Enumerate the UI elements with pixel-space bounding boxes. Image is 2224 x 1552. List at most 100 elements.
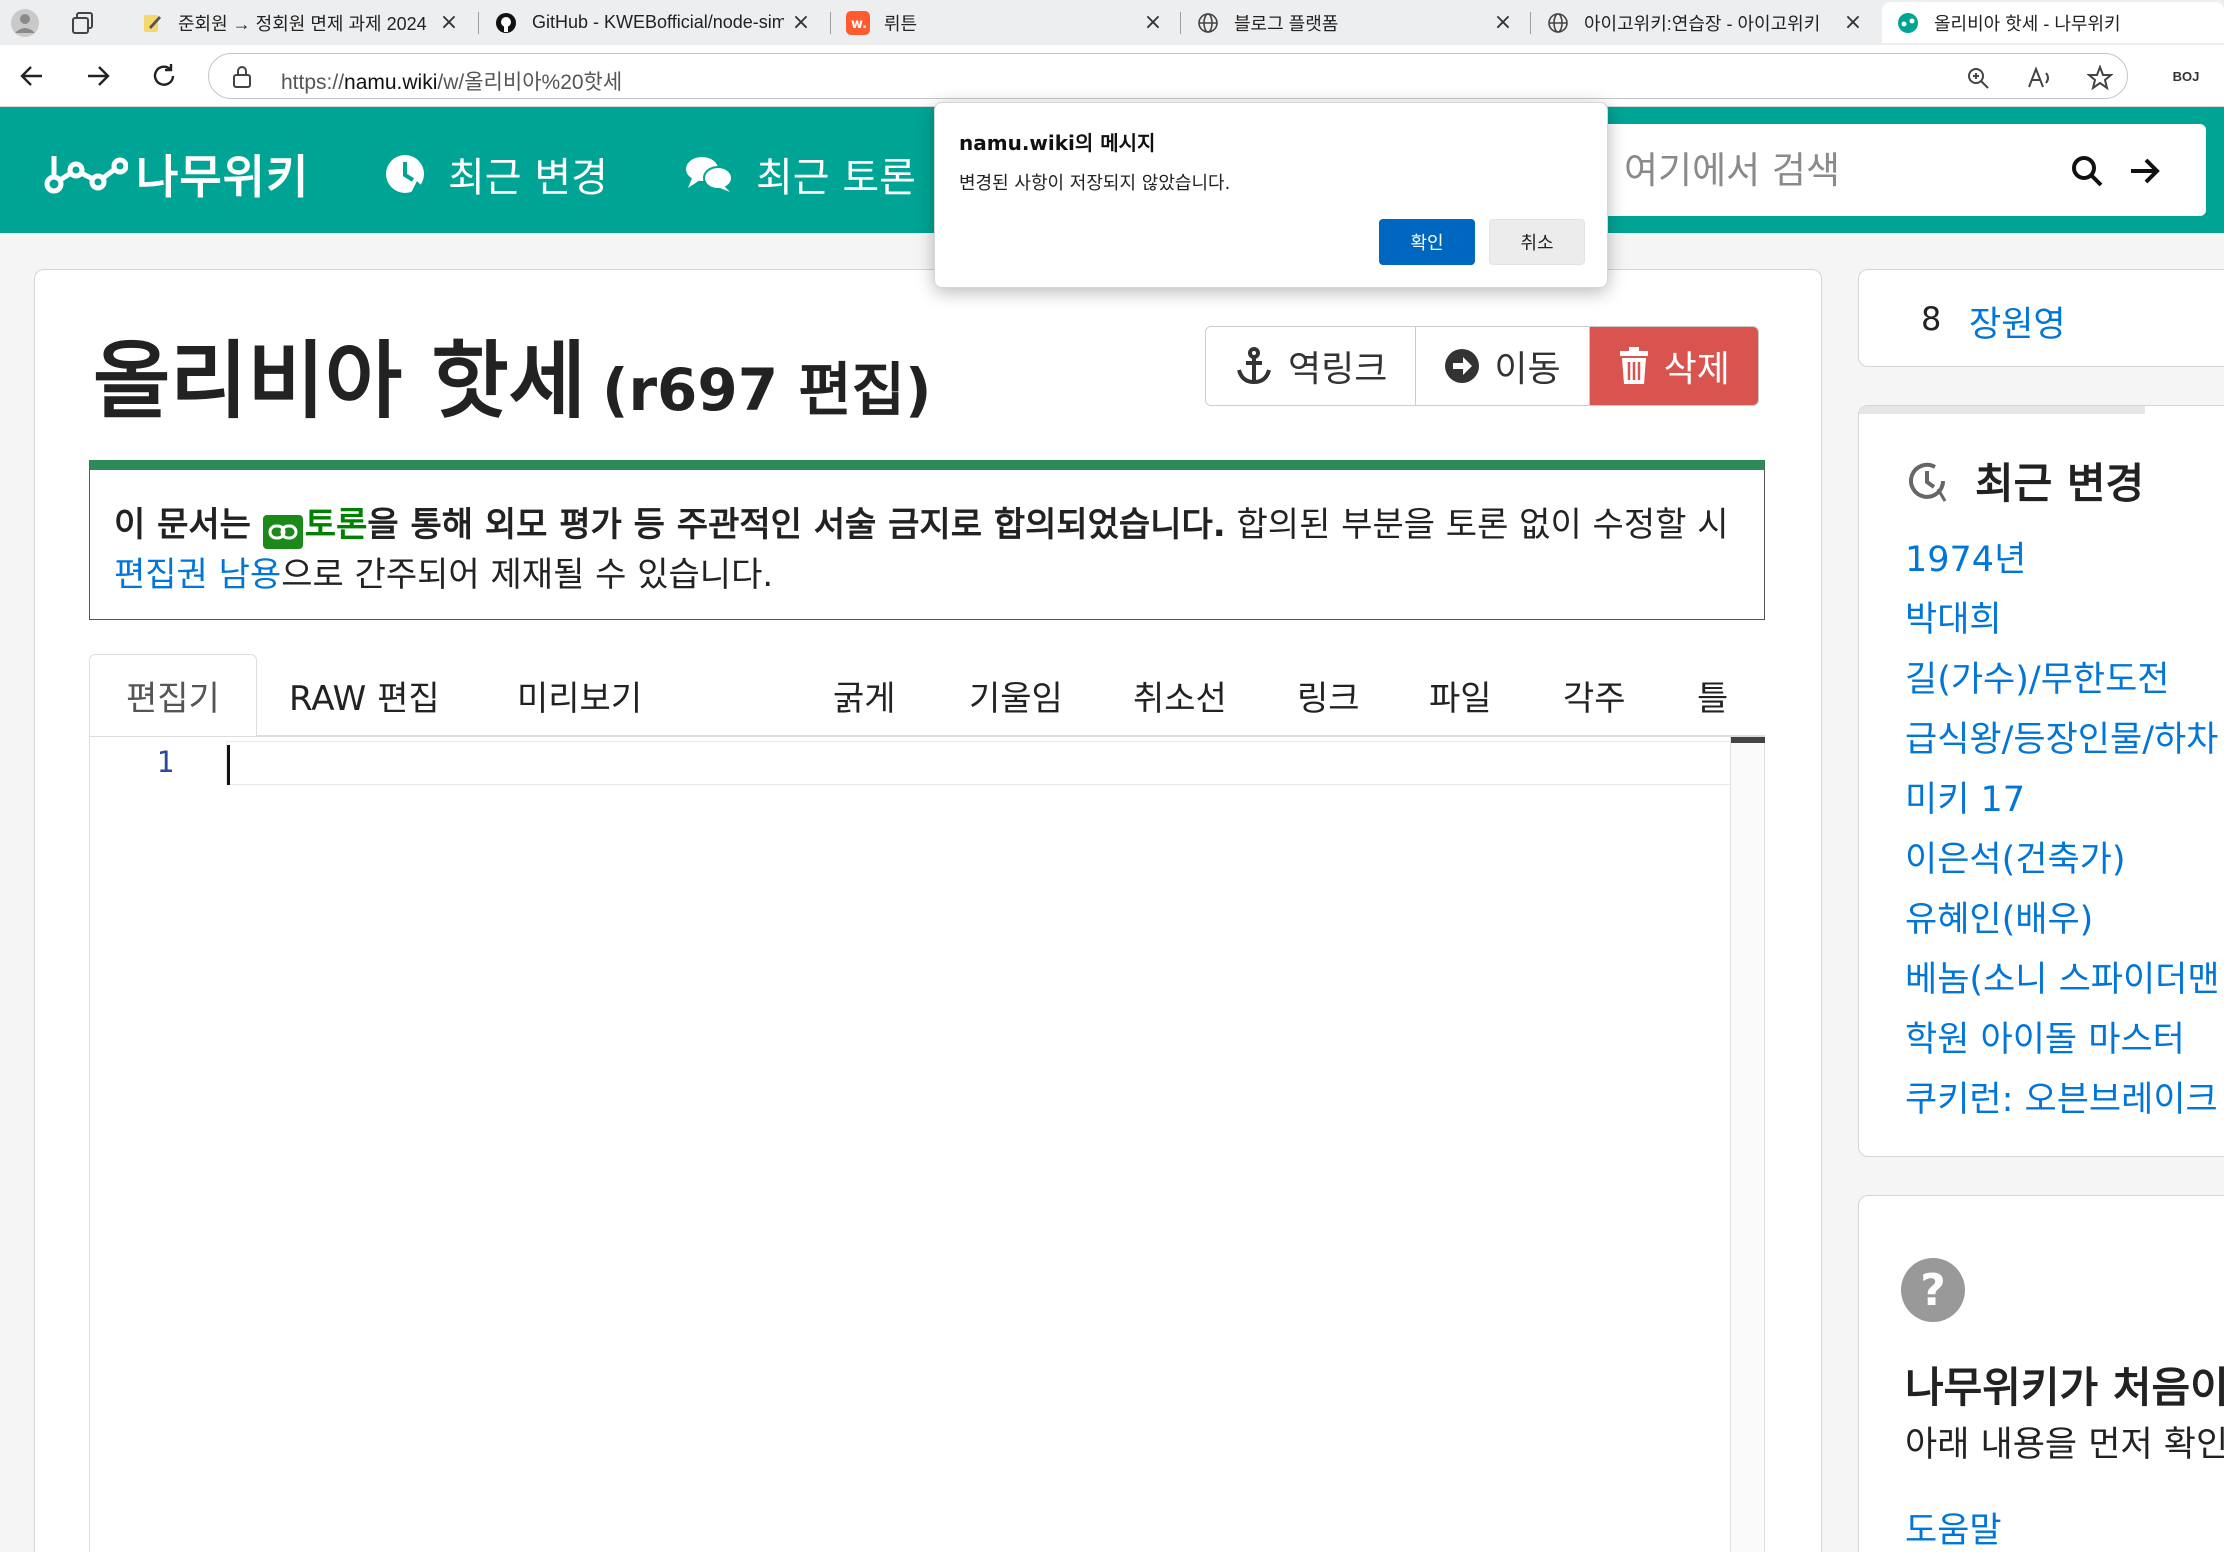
help-title: 나무위키가 처음이 [1905,1363,2224,1412]
code-editor[interactable]: 1 [89,736,1765,1552]
editor-tabs: 편집기 RAW 편집 미리보기 굵게 기울임 취소선 링크 파일 각주 틀 [89,654,1765,737]
wrtn-icon: w. [846,10,870,35]
link-icon [262,515,303,549]
scrollbar-thumb[interactable] [1731,737,1765,743]
recent-item[interactable]: 박대희 [1905,590,2220,650]
tool-template[interactable]: 틀 [1697,654,1728,736]
browser-tab-1[interactable]: 준회원 → 정회원 면제 과제 2024 × [126,2,474,43]
browser-tab-6-active[interactable]: 올리비아 핫세 - 나무위키 [1882,2,2224,43]
go-arrow-icon[interactable] [2124,150,2166,192]
article-actions: 역링크 이동 삭제 [1205,326,1759,406]
browser-tab-bar: 준회원 → 정회원 면제 과제 2024 × GitHub - KWEBoffi… [0,0,2224,45]
clock-icon [1909,462,1947,502]
tab-separator [1530,12,1531,34]
close-tab-icon[interactable]: × [438,10,460,35]
read-aloud-icon[interactable] [2027,65,2053,91]
article-card: 올리비아 핫세 (r697 편집) 역링크 이동 삭제 이 문서는 토론을 통해 … [34,269,1822,1552]
line-gutter: 1 [90,737,226,1552]
profile-icon[interactable] [8,6,42,40]
tab-actions-icon[interactable] [66,6,100,40]
tool-file[interactable]: 파일 [1429,654,1492,736]
anchor-icon [1237,347,1271,385]
notepad-icon [140,11,164,35]
move-button[interactable]: 이동 [1416,327,1590,405]
recent-item[interactable]: 쿠키런: 오븐브레이크 [1905,1070,2220,1130]
edit-abuse-link[interactable]: 편집권 남용 [114,555,281,595]
help-card: ? 나무위키가 처음이 아래 내용을 먼저 확인 도움말 [1858,1195,2224,1552]
text-caret [227,745,230,785]
recent-changes-list: 1974년 박대희 길(가수)/무한도전 급식왕/등장인물/하차 미키 17 이… [1905,530,2220,1130]
browser-tab-3[interactable]: w. 뤼튼 × [832,2,1178,43]
discussion-notice: 이 문서는 토론을 통해 외모 평가 등 주관적인 서술 금지로 합의되었습니다… [89,460,1765,620]
search-box [1598,124,2206,216]
tab-preview[interactable]: 미리보기 [481,654,678,736]
backlink-button[interactable]: 역링크 [1206,327,1417,405]
tab-separator [1180,12,1181,34]
cancel-button[interactable]: 취소 [1489,219,1585,265]
question-icon: ? [1901,1258,1965,1322]
tool-bold[interactable]: 굵게 [833,654,896,736]
back-button[interactable] [14,58,50,94]
site-logo[interactable]: 나무위키 [44,141,309,207]
discussion-link[interactable]: 토론 [262,505,367,549]
close-tab-icon[interactable]: × [1842,10,1864,35]
discussion-icon [686,157,733,192]
namu-icon [1896,11,1920,35]
tab-raw-edit[interactable]: RAW 편집 [253,654,476,736]
recent-item[interactable]: 1974년 [1905,530,2220,590]
tool-link[interactable]: 링크 [1297,654,1360,736]
search-icon[interactable] [2066,150,2108,192]
forward-button[interactable] [80,58,116,94]
close-tab-icon[interactable]: × [1142,10,1164,35]
card-progress-bar [1859,406,2145,414]
tool-italic[interactable]: 기울임 [969,654,1063,736]
delete-button[interactable]: 삭제 [1589,327,1758,405]
refresh-button[interactable] [146,58,182,94]
lock-icon[interactable] [231,65,253,93]
confirm-button[interactable]: 확인 [1379,219,1475,265]
nav-recent-changes[interactable]: 최근 변경 [384,145,608,203]
dialog-title: namu.wiki의 메시지 [959,131,1156,155]
current-line-highlight [226,741,1732,785]
page-title: 올리비아 핫세 (r697 편집) [93,332,932,430]
recent-changes-heading: 최근 변경 [1905,450,2144,511]
search-input[interactable] [1624,146,2054,194]
browser-toolbar: https://namu.wiki/w/올리비아%20핫세 BOJ [0,45,2224,107]
url-text[interactable]: https://namu.wiki/w/올리비아%20핫세 [281,66,622,96]
nav-recent-discussions[interactable]: 최근 토론 [684,145,916,203]
browser-tab-5[interactable]: 아이고위키:연습장 - 아이고위키 × [1532,2,1878,43]
editor-scrollbar[interactable] [1730,737,1765,1552]
search-rank-card: 8 장원영 [1858,269,2224,367]
address-bar[interactable]: https://namu.wiki/w/올리비아%20핫세 [208,53,2128,99]
recent-item[interactable]: 학원 아이돌 마스터 [1905,1010,2220,1070]
tab-separator [478,12,479,34]
boj-extension-icon[interactable]: BOJ [2168,58,2204,94]
recent-changes-icon [386,155,424,193]
help-link[interactable]: 도움말 [1905,1502,2002,1552]
recent-item[interactable]: 미키 17 [1905,770,2220,830]
arrow-circle-right-icon [1445,349,1480,383]
tool-footnote[interactable]: 각주 [1563,654,1626,736]
recent-item[interactable]: 길(가수)/무한도전 [1905,650,2220,710]
line-number: 1 [156,745,174,779]
recent-changes-card: 최근 변경 1974년 박대희 길(가수)/무한도전 급식왕/등장인물/하차 미… [1858,405,2224,1157]
rank-keyword-link[interactable]: 장원영 [1969,296,2066,347]
browser-tab-4[interactable]: 블로그 플랫폼 × [1182,2,1528,43]
zoom-icon[interactable] [1965,65,1991,91]
tab-editor[interactable]: 편집기 [89,654,257,737]
dialog-message: 변경된 사항이 저장되지 않았습니다. [959,173,1231,194]
favorite-star-icon[interactable] [2087,65,2113,91]
recent-item[interactable]: 이은석(건축가) [1905,830,2220,890]
recent-item[interactable]: 유혜인(배우) [1905,890,2220,950]
svg-text:w.: w. [851,17,867,32]
close-tab-icon[interactable]: × [790,10,812,35]
revision-label: (r697 편집) [601,356,932,424]
recent-item[interactable]: 급식왕/등장인물/하차 [1905,710,2220,770]
close-tab-icon[interactable]: × [1492,10,1514,35]
globe-icon [1196,11,1220,35]
browser-tab-2[interactable]: GitHub - KWEBofficial/node-simp × [480,2,826,43]
alert-dialog: namu.wiki의 메시지 변경된 사항이 저장되지 않았습니다. 확인 취소 [934,102,1608,288]
recent-item[interactable]: 베놈(소니 스파이더맨 [1905,950,2220,1010]
tool-strikethrough[interactable]: 취소선 [1133,654,1227,736]
namu-logo-icon [44,156,128,194]
